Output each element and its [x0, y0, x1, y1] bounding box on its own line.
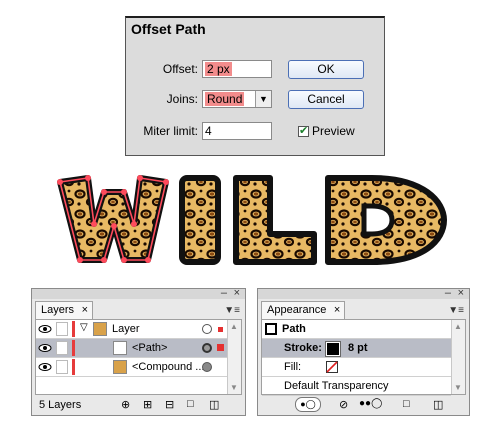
appearance-header-row: Path: [262, 320, 451, 339]
trash-icon[interactable]: ◫: [433, 398, 443, 411]
stroke-weight[interactable]: 8 pt: [348, 342, 368, 354]
stroke-label: Stroke:: [284, 342, 322, 354]
compound-name: <Compound ...: [132, 361, 205, 373]
lock-toggle[interactable]: [56, 341, 68, 355]
miter-limit-input[interactable]: 4: [202, 122, 272, 140]
offset-value: 2 px: [205, 62, 232, 76]
layers-count: 5 Layers: [39, 399, 82, 411]
path-name: <Path>: [132, 342, 168, 354]
tab-appearance-label: Appearance: [267, 304, 327, 316]
selection-indicator[interactable]: [218, 327, 223, 332]
layers-footer: 5 Layers ⊕ ⊞ ⊟ □ ◫: [35, 397, 242, 413]
transparency-label: Default Transparency: [284, 380, 389, 392]
layers-scrollbar[interactable]: ▲ ▼: [227, 320, 241, 394]
layers-list: ▽ Layer <Path> <Compound ... ▲ ▼: [35, 319, 242, 395]
appearance-scrollbar[interactable]: ▲ ▼: [451, 320, 465, 394]
panel-menu-icon[interactable]: ▼≡: [224, 305, 240, 316]
scroll-down-icon[interactable]: ▼: [230, 383, 238, 392]
joins-select[interactable]: Round ▼: [202, 90, 272, 108]
expand-triangle-icon[interactable]: ▽: [80, 322, 88, 333]
preview-checkbox[interactable]: ✔: [298, 126, 309, 137]
path-row[interactable]: <Path>: [36, 339, 227, 358]
offset-label: Offset:: [162, 62, 198, 76]
ok-button[interactable]: OK: [288, 60, 364, 79]
cancel-button[interactable]: Cancel: [288, 90, 364, 109]
joins-value: Round: [205, 92, 245, 106]
eye-icon[interactable]: [38, 324, 52, 334]
locate-object-icon[interactable]: ⊕: [121, 398, 130, 411]
scroll-down-icon[interactable]: ▼: [454, 383, 462, 392]
new-art-maintains-appearance-icon[interactable]: ●◯: [295, 397, 321, 412]
path-thumbnail: [113, 341, 127, 355]
offset-path-dialog: Offset Path Offset: 2 px Joins: Round ▼ …: [125, 16, 385, 156]
duplicate-item-icon[interactable]: □: [403, 398, 410, 410]
joins-label: Joins:: [166, 92, 198, 106]
dialog-title: Offset Path: [131, 21, 206, 37]
lock-toggle[interactable]: [56, 322, 68, 336]
trash-icon[interactable]: ◫: [209, 398, 219, 411]
close-icon[interactable]: ×: [234, 287, 240, 299]
preview-label: Preview: [312, 124, 355, 138]
transparency-row[interactable]: Default Transparency: [262, 377, 451, 396]
layer-row[interactable]: ▽ Layer: [36, 320, 227, 339]
target-circle-icon[interactable]: [202, 362, 212, 372]
target-circle-icon[interactable]: [202, 324, 212, 334]
target-circle-icon[interactable]: [202, 343, 212, 353]
clear-appearance-icon[interactable]: ⊘: [339, 398, 348, 411]
letter-l: [233, 175, 317, 265]
wild-artwork: [57, 175, 447, 265]
fill-label: Fill:: [284, 361, 302, 373]
letter-d: [325, 175, 447, 265]
layer-color-bar: [72, 321, 75, 337]
tab-appearance[interactable]: Appearance ×: [261, 301, 346, 319]
tab-close-icon[interactable]: ×: [82, 302, 88, 319]
compound-row[interactable]: <Compound ...: [36, 358, 227, 377]
appearance-footer: ●◯ ⊘ ●●◯ □ ◫: [261, 397, 466, 413]
letter-w: [57, 175, 169, 263]
close-icon[interactable]: ×: [458, 287, 464, 299]
appearance-header: Path: [282, 323, 306, 335]
layer-name: Layer: [112, 323, 140, 335]
lock-toggle[interactable]: [56, 360, 68, 374]
layer-color-bar: [72, 340, 75, 356]
panel-titlebar[interactable]: [32, 289, 245, 299]
compound-thumbnail: [113, 360, 127, 374]
tab-close-icon[interactable]: ×: [334, 302, 340, 319]
appearance-panel: – × Appearance × ▼≡ Path Stroke: 8 pt Fi…: [257, 287, 470, 416]
eye-icon[interactable]: [38, 362, 52, 372]
layers-panel: – × Layers × ▼≡ ▽ Layer <Path> <Compound…: [31, 287, 246, 416]
new-layer-icon[interactable]: □: [187, 398, 194, 410]
fill-row[interactable]: Fill:: [262, 358, 451, 377]
layer-color-bar: [72, 359, 75, 375]
stroke-color-swatch[interactable]: [325, 341, 341, 357]
chevron-down-icon[interactable]: ▼: [255, 91, 271, 107]
tab-layers-label: Layers: [41, 304, 75, 316]
eye-icon[interactable]: [38, 343, 52, 353]
panel-titlebar[interactable]: [258, 289, 469, 299]
path-swatch-icon: [265, 323, 277, 335]
selection-indicator[interactable]: [217, 344, 224, 351]
minimize-icon[interactable]: –: [221, 287, 227, 299]
tab-layers[interactable]: Layers ×: [35, 301, 94, 319]
miter-limit-label: Miter limit:: [143, 124, 198, 138]
panel-menu-icon[interactable]: ▼≡: [448, 305, 464, 316]
scroll-up-icon[interactable]: ▲: [230, 322, 238, 331]
make-clipping-mask-icon[interactable]: ⊞: [143, 398, 152, 411]
reduce-to-basic-icon[interactable]: ●●◯: [359, 398, 382, 409]
stroke-row[interactable]: Stroke: 8 pt: [262, 339, 451, 358]
appearance-list: Path Stroke: 8 pt Fill: Default Transpar…: [261, 319, 466, 396]
minimize-icon[interactable]: –: [445, 287, 451, 299]
new-sublayer-icon[interactable]: ⊟: [165, 398, 174, 411]
layer-thumbnail: [93, 322, 107, 336]
no-fill-swatch-icon[interactable]: [326, 361, 338, 373]
letter-i: [179, 175, 221, 265]
offset-input[interactable]: 2 px: [202, 60, 272, 78]
scroll-up-icon[interactable]: ▲: [454, 322, 462, 331]
